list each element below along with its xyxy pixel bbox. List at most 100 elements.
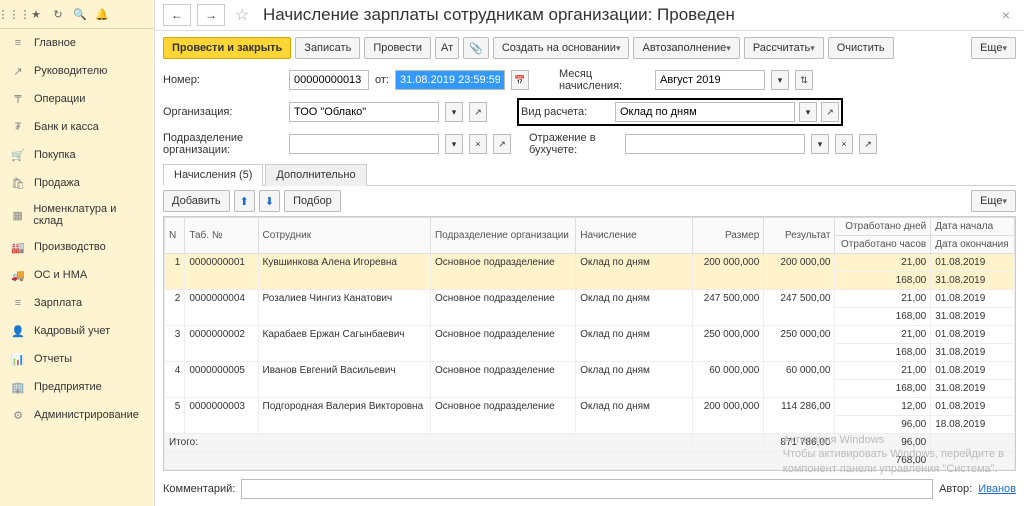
nav-back[interactable]: ← [163, 4, 191, 26]
col-size[interactable]: Размер [693, 218, 764, 254]
sidebar-item[interactable]: 🛍Продажа [0, 169, 154, 197]
col-dend[interactable]: Дата окончания [931, 236, 1015, 254]
nav-icon: ≡ [10, 295, 26, 311]
tab-additional[interactable]: Дополнительно [265, 164, 366, 186]
calendar-icon[interactable]: 📅 [511, 70, 529, 90]
author-link[interactable]: Иванов [978, 483, 1016, 495]
dept-label: Подразделение организации: [163, 132, 283, 156]
sidebar-item-label: Администрирование [34, 409, 139, 421]
clear-icon[interactable]: × [835, 134, 853, 154]
open-icon[interactable]: ↗ [821, 102, 839, 122]
col-emp[interactable]: Сотрудник [258, 218, 430, 254]
table-row[interactable]: 10000000001Кувшинкова Алена ИгоревнаОсно… [165, 254, 1015, 272]
favorite-toggle[interactable]: ☆ [231, 4, 253, 26]
month-field[interactable] [655, 70, 765, 90]
from-label: от: [375, 74, 389, 86]
move-down-icon[interactable]: ⬇ [259, 190, 280, 212]
nav-icon: ⚙ [10, 407, 26, 423]
sidebar-item[interactable]: 📊Отчеты [0, 345, 154, 373]
sidebar-item[interactable]: ₮Банк и касса [0, 113, 154, 141]
nav-icon: 👤 [10, 323, 26, 339]
col-dept[interactable]: Подразделение организации [430, 218, 575, 254]
table-row[interactable]: 40000000005Иванов Евгений ВасильевичОсно… [165, 362, 1015, 380]
sidebar-item-label: Номенклатура и склад [33, 203, 144, 227]
accruals-grid[interactable]: N Таб. № Сотрудник Подразделение организ… [163, 216, 1016, 471]
dropdown-icon[interactable]: ▾ [445, 102, 463, 122]
open-icon[interactable]: ↗ [493, 134, 511, 154]
comment-field[interactable] [241, 479, 933, 499]
comment-label: Комментарий: [163, 483, 235, 495]
nav-icon: 🚚 [10, 267, 26, 283]
dropdown-icon[interactable]: ▾ [799, 102, 817, 122]
sidebar-item-label: Кадровый учет [34, 325, 110, 337]
dt-kt-icon[interactable]: Ат [435, 37, 459, 59]
table-row[interactable]: 30000000002Карабаев Ержан СагынбаевичОсн… [165, 326, 1015, 344]
acc-label: Отражение в бухучете: [529, 132, 619, 156]
calc-type-highlight: Вид расчета: ▾ ↗ [517, 98, 843, 126]
sidebar-item[interactable]: 🛒Покупка [0, 141, 154, 169]
calc-type-field[interactable] [615, 102, 795, 122]
nav-icon: 🛒 [10, 147, 26, 163]
sidebar-item[interactable]: ₸Операции [0, 85, 154, 113]
table-row[interactable]: 20000000004Розалиев Чингиз КанатовичОсно… [165, 290, 1015, 308]
apps-icon[interactable]: ⋮⋮⋮ [4, 4, 24, 24]
calc-button[interactable]: Рассчитать [744, 37, 824, 59]
clear-button[interactable]: Очистить [828, 37, 894, 59]
sidebar-item[interactable]: 🏭Производство [0, 233, 154, 261]
tab-accruals[interactable]: Начисления (5) [163, 164, 263, 186]
total-res: 871 786,00 [764, 434, 835, 452]
dropdown-icon[interactable]: ▾ [771, 70, 789, 90]
col-accr[interactable]: Начисление [576, 218, 693, 254]
org-field[interactable] [289, 102, 439, 122]
author-label: Автор: [939, 483, 972, 495]
history-icon[interactable]: ↻ [48, 4, 68, 24]
sidebar-item[interactable]: 👤 Кадровый учет [0, 317, 154, 345]
sidebar-item[interactable]: 🚚ОС и НМА [0, 261, 154, 289]
dept-field[interactable] [289, 134, 439, 154]
col-tab[interactable]: Таб. № [185, 218, 258, 254]
sidebar-item-label: Главное [34, 37, 76, 49]
col-dstart[interactable]: Дата начала [931, 218, 1015, 236]
open-icon[interactable]: ↗ [469, 102, 487, 122]
sidebar-item[interactable]: ≡Главное [0, 29, 154, 57]
attach-icon[interactable]: 📎 [463, 37, 489, 59]
nav-fwd[interactable]: → [197, 4, 225, 26]
table-more-button[interactable]: Еще [971, 190, 1016, 212]
table-row[interactable]: 50000000003Подгородная Валерия Викторовн… [165, 398, 1015, 416]
col-n[interactable]: N [165, 218, 185, 254]
dropdown-icon[interactable]: ▾ [811, 134, 829, 154]
close-icon[interactable]: × [996, 7, 1016, 23]
star-icon[interactable]: ★ [26, 4, 46, 24]
pick-button[interactable]: Подбор [284, 190, 341, 212]
col-res[interactable]: Результат [764, 218, 835, 254]
sidebar-item-label: Банк и касса [34, 121, 99, 133]
acc-field[interactable] [625, 134, 805, 154]
post-and-close-button[interactable]: Провести и закрыть [163, 37, 291, 59]
col-days[interactable]: Отработано дней [835, 218, 931, 236]
number-field[interactable] [289, 70, 369, 90]
move-up-icon[interactable]: ⬆ [234, 190, 255, 212]
create-based-button[interactable]: Создать на основании [493, 37, 630, 59]
sidebar-item[interactable]: ≡ Зарплата [0, 289, 154, 317]
sidebar-item-label: Зарплата [34, 297, 82, 309]
col-hours[interactable]: Отработано часов [835, 236, 931, 254]
autofill-button[interactable]: Автозаполнение [633, 37, 739, 59]
clear-icon[interactable]: × [469, 134, 487, 154]
open-icon[interactable]: ↗ [859, 134, 877, 154]
more-button[interactable]: Еще [971, 37, 1016, 59]
sidebar-item[interactable]: ⚙ Администрирование [0, 401, 154, 429]
sidebar-item[interactable]: ↗Руководителю [0, 57, 154, 85]
search-icon[interactable]: 🔍 [70, 4, 90, 24]
sidebar-item[interactable]: 🏢Предприятие [0, 373, 154, 401]
sidebar-item-label: Руководителю [34, 65, 107, 77]
post-button[interactable]: Провести [364, 37, 431, 59]
nav-icon: ▦ [10, 207, 25, 223]
add-row-button[interactable]: Добавить [163, 190, 230, 212]
date-field[interactable] [395, 70, 505, 90]
step-icon[interactable]: ⇅ [795, 70, 813, 90]
bell-icon[interactable]: 🔔 [92, 4, 112, 24]
nav-icon: 📊 [10, 351, 26, 367]
sidebar-item[interactable]: ▦ Номенклатура и склад [0, 197, 154, 233]
write-button[interactable]: Записать [295, 37, 360, 59]
dropdown-icon[interactable]: ▾ [445, 134, 463, 154]
